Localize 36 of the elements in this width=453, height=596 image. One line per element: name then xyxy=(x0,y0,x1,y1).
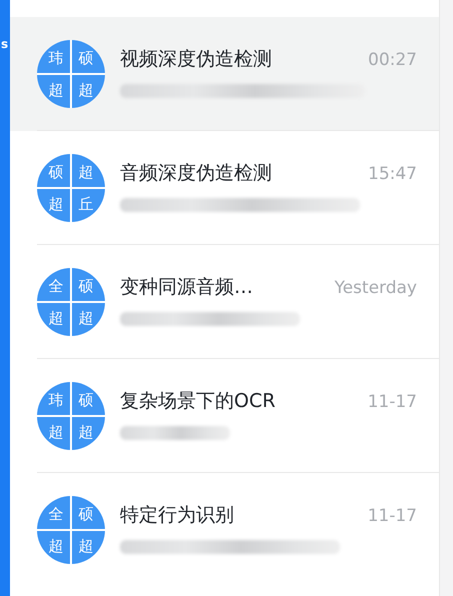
avatar-character: 硕 xyxy=(37,154,70,187)
chat-title: 特定行为识别 xyxy=(120,503,234,528)
avatar-character: 超 xyxy=(37,75,70,108)
avatar-character: 超 xyxy=(72,75,105,108)
avatar-character: 丘 xyxy=(72,189,105,222)
avatar-character: 硕 xyxy=(72,496,105,529)
chat-time: Yesterday xyxy=(334,278,417,298)
chat-item[interactable]: 全 硕 超 超 特定行为识别 11-17 xyxy=(10,473,439,587)
chat-time: 00:27 xyxy=(368,50,417,70)
avatar-character: 全 xyxy=(37,496,70,529)
avatar-character: 超 xyxy=(72,154,105,187)
chat-item[interactable]: 玮 硕 超 超 复杂场景下的OCR 11-17 xyxy=(10,359,439,473)
avatar-character: 超 xyxy=(72,303,105,336)
chat-title: 音频深度伪造检测 xyxy=(120,161,272,186)
chat-item[interactable]: 全 硕 超 超 变种同源音频… Yesterday xyxy=(10,245,439,359)
avatar-character: 超 xyxy=(72,417,105,450)
chat-title: 视频深度伪造检测 xyxy=(120,47,272,72)
avatar-character: 硕 xyxy=(72,268,105,301)
chat-item[interactable]: 玮 硕 超 超 视频深度伪造检测 00:27 xyxy=(10,17,439,131)
chat-time: 11-17 xyxy=(368,506,417,526)
avatar-character: 玮 xyxy=(37,40,70,73)
avatar-character: 硕 xyxy=(72,382,105,415)
side-letter: s xyxy=(1,36,8,52)
avatar-character: 硕 xyxy=(72,40,105,73)
avatar-character: 超 xyxy=(37,189,70,222)
avatar-character: 超 xyxy=(37,531,70,564)
chat-time: 11-17 xyxy=(368,392,417,412)
chat-time: 15:47 xyxy=(368,164,417,184)
avatar-character: 玮 xyxy=(37,382,70,415)
avatar-character: 超 xyxy=(37,417,70,450)
avatar-character: 超 xyxy=(72,531,105,564)
avatar-character: 全 xyxy=(37,268,70,301)
chat-title: 复杂场景下的OCR xyxy=(120,389,276,414)
chat-title: 变种同源音频… xyxy=(120,275,253,300)
chat-item[interactable]: 硕 超 超 丘 音频深度伪造检测 15:47 xyxy=(10,131,439,245)
avatar-character: 超 xyxy=(37,303,70,336)
